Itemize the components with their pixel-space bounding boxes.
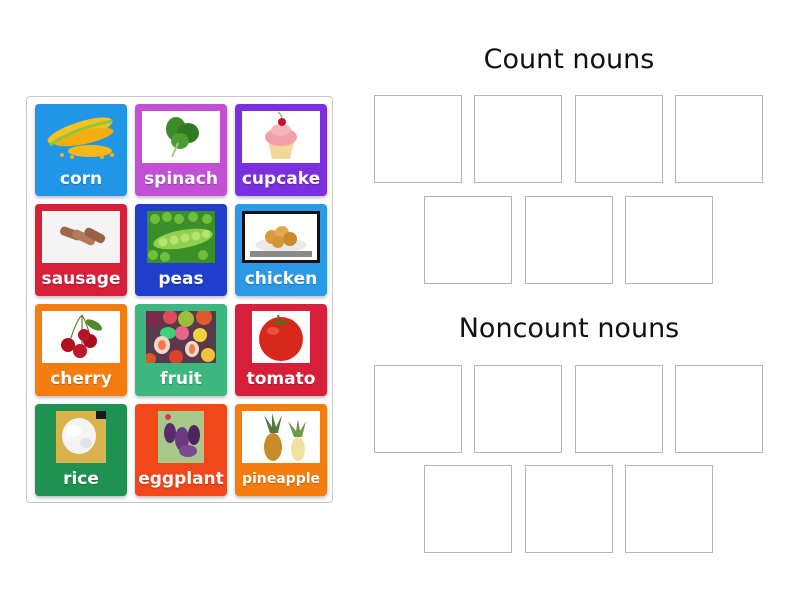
sausage-image [42,211,120,263]
tile-chicken[interactable]: chicken [235,204,327,296]
pineapple-image [242,411,320,463]
tile-rice[interactable]: rice [35,404,127,496]
drop-slot-noncount[interactable] [675,365,763,453]
tile-peas[interactable]: peas [135,204,227,296]
group-title-count-nouns: Count nouns [483,44,655,75]
tile-label: cherry [50,369,112,389]
tile-eggplant[interactable]: eggplant [135,404,227,496]
tile-pineapple[interactable]: pineapple [235,404,327,496]
tile-label: fruit [160,369,202,389]
tile-sausage[interactable]: sausage [35,204,127,296]
drop-slot-noncount[interactable] [474,365,562,453]
drop-slot-noncount[interactable] [575,365,663,453]
drop-slot-count[interactable] [625,196,713,284]
group-title-noncount-nouns: Noncount nouns [458,313,680,344]
tomato-image [252,311,310,363]
tile-cherry[interactable]: cherry [35,304,127,396]
eggplant-image [158,411,204,463]
drop-slot-count[interactable] [474,95,562,183]
word-bank: corn spinach cupcake sausage peas chicke… [26,96,333,503]
drop-slot-count[interactable] [675,95,763,183]
tile-label: cupcake [241,169,321,189]
cupcake-image [242,111,320,163]
tile-spinach[interactable]: spinach [135,104,227,196]
tile-label: spinach [144,169,218,189]
fruit-image [146,311,216,363]
drop-slot-noncount[interactable] [374,365,462,453]
chicken-image [242,211,320,263]
drop-slot-noncount[interactable] [625,465,713,553]
tile-label: pineapple [241,471,321,487]
tile-cupcake[interactable]: cupcake [235,104,327,196]
tile-label: sausage [41,269,121,289]
tile-fruit[interactable]: fruit [135,304,227,396]
drop-slot-count[interactable] [525,196,613,284]
tile-label: rice [63,469,99,489]
tile-corn[interactable]: corn [35,104,127,196]
rice-image [56,411,106,463]
tile-label: chicken [244,269,318,289]
drop-slot-count[interactable] [575,95,663,183]
tile-label: corn [59,169,103,189]
tile-label: peas [158,269,204,289]
peas-image [147,211,215,263]
tile-tomato[interactable]: tomato [235,304,327,396]
drop-slot-count[interactable] [374,95,462,183]
cherry-image [42,311,120,363]
tile-label: eggplant [138,469,224,489]
drop-slot-noncount[interactable] [424,465,512,553]
spinach-image [142,111,220,163]
drop-slot-noncount[interactable] [525,465,613,553]
corn-image [42,111,120,163]
drop-slot-count[interactable] [424,196,512,284]
tile-label: tomato [246,369,316,389]
